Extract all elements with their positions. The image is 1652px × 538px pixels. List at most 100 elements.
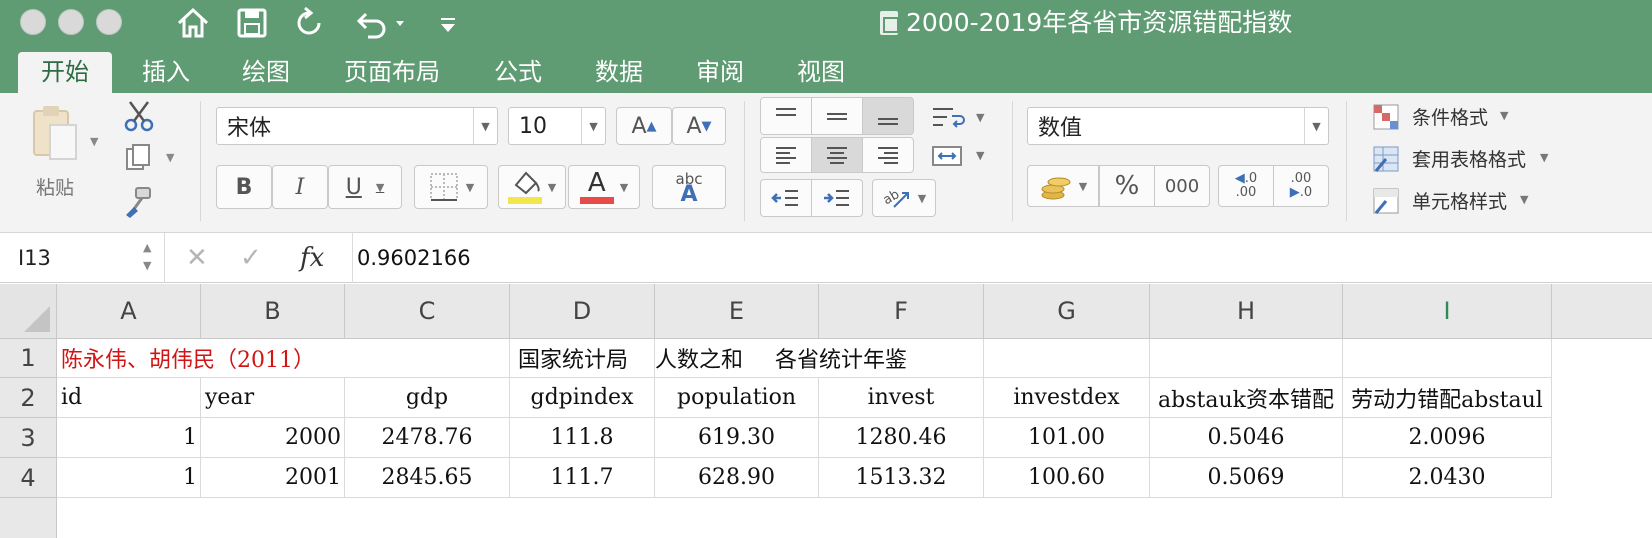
tab-data[interactable]: 数据 <box>583 52 655 93</box>
align-left-button[interactable] <box>760 137 812 173</box>
conditional-formatting-button[interactable]: 条件格式 ▼ <box>1372 101 1652 133</box>
name-box-stepper[interactable]: ▲ ▼ <box>143 239 151 275</box>
cell-i1[interactable] <box>1343 339 1552 378</box>
cell-c3[interactable]: 2478.76 <box>345 418 510 458</box>
align-bottom-button[interactable] <box>862 97 914 135</box>
bold-button[interactable]: B <box>216 165 272 209</box>
home-icon[interactable] <box>175 4 213 42</box>
row-header-4[interactable]: 4 <box>0 458 57 498</box>
borders-button[interactable]: ▼ <box>414 165 488 209</box>
column-header-e[interactable]: E <box>655 284 819 339</box>
cell-a1[interactable]: 陈永伟、胡伟民（2011） <box>57 339 315 378</box>
column-header-g[interactable]: G <box>984 284 1150 339</box>
phonetic-button[interactable]: abc A <box>652 165 726 209</box>
decrease-decimal-button[interactable]: .00 ▶.0 <box>1273 165 1329 207</box>
copy-icon[interactable]: ▼ <box>124 143 180 173</box>
cell-c2[interactable]: gdp <box>345 378 510 418</box>
font-size-select[interactable]: 10 ▼ <box>508 107 606 145</box>
font-color-button[interactable]: A ▼ <box>568 165 640 209</box>
cell-e3[interactable]: 619.30 <box>655 418 819 458</box>
cell-c4[interactable]: 2845.65 <box>345 458 510 498</box>
cell-g1[interactable] <box>984 339 1150 378</box>
text-orientation-button[interactable]: ab ▼ <box>872 179 936 217</box>
row-header-1[interactable]: 1 <box>0 339 57 378</box>
name-box[interactable]: I13 <box>0 233 165 283</box>
tab-home[interactable]: 开始 <box>18 52 112 93</box>
cell-g2[interactable]: investdex <box>984 378 1150 418</box>
save-icon[interactable] <box>235 4 271 42</box>
cell-f1[interactable]: 各省统计年鉴 <box>775 339 984 378</box>
cell-f3[interactable]: 1280.46 <box>819 418 984 458</box>
comma-style-button[interactable]: 000 <box>1154 165 1210 207</box>
font-name-select[interactable]: 宋体 ▼ <box>216 107 498 145</box>
column-header-a[interactable]: A <box>57 284 201 339</box>
formula-input[interactable]: 0.9602166 <box>352 233 471 283</box>
tab-page-layout[interactable]: 页面布局 <box>332 52 452 93</box>
increase-decimal-button[interactable]: ◀.0 .00 <box>1218 165 1274 207</box>
select-all-button[interactable] <box>0 284 57 339</box>
paste-button[interactable]: ▼ 粘贴 <box>22 101 102 209</box>
increase-indent-button[interactable] <box>811 179 863 217</box>
cell-b1[interactable] <box>201 339 345 378</box>
column-header-j[interactable] <box>1552 284 1652 339</box>
cell-i3[interactable]: 2.0096 <box>1343 418 1552 458</box>
format-as-table-button[interactable]: 套用表格格式 ▼ <box>1372 143 1652 175</box>
decrease-font-button[interactable]: A ▼ <box>672 107 726 145</box>
align-right-button[interactable] <box>862 137 914 173</box>
zoom-window-button[interactable] <box>96 9 122 35</box>
cell-b2[interactable]: year <box>201 378 345 418</box>
cell-d2[interactable]: gdpindex <box>510 378 655 418</box>
cell-a4[interactable]: 1 <box>57 458 201 498</box>
percent-style-button[interactable]: % <box>1099 165 1155 207</box>
cell-h1[interactable] <box>1150 339 1343 378</box>
cell-e4[interactable]: 628.90 <box>655 458 819 498</box>
cell-d3[interactable]: 111.8 <box>510 418 655 458</box>
align-center-button[interactable] <box>811 137 863 173</box>
italic-button[interactable]: I <box>272 165 328 209</box>
increase-font-button[interactable]: A ▲ <box>616 107 672 145</box>
undo-icon[interactable] <box>352 4 414 42</box>
redo-icon[interactable] <box>293 4 329 42</box>
cell-d1[interactable]: 国家统计局 <box>510 339 655 378</box>
tab-draw[interactable]: 绘图 <box>230 52 302 93</box>
cancel-formula-icon[interactable]: ✕ <box>186 233 208 283</box>
align-top-button[interactable] <box>760 97 812 135</box>
merge-cells-button[interactable]: ▼ <box>930 143 990 173</box>
cell-i2[interactable]: 劳动力错配abstaul <box>1343 378 1552 418</box>
cell-f4[interactable]: 1513.32 <box>819 458 984 498</box>
column-header-i[interactable]: I <box>1343 284 1552 339</box>
tab-view[interactable]: 视图 <box>785 52 857 93</box>
tab-insert[interactable]: 插入 <box>130 52 202 93</box>
align-middle-button[interactable] <box>811 97 863 135</box>
cell-a2[interactable]: id <box>57 378 201 418</box>
row-header-3[interactable]: 3 <box>0 418 57 458</box>
tab-review[interactable]: 审阅 <box>684 52 756 93</box>
cell-i4[interactable]: 2.0430 <box>1343 458 1552 498</box>
wrap-text-button[interactable]: ▼ <box>930 105 990 135</box>
column-header-h[interactable]: H <box>1150 284 1343 339</box>
format-painter-icon[interactable] <box>122 185 156 219</box>
cell-h3[interactable]: 0.5046 <box>1150 418 1343 458</box>
cell-f2[interactable]: invest <box>819 378 984 418</box>
cell-b3[interactable]: 2000 <box>201 418 345 458</box>
cut-icon[interactable] <box>122 99 156 133</box>
cell-d4[interactable]: 111.7 <box>510 458 655 498</box>
cell-a3[interactable]: 1 <box>57 418 201 458</box>
column-header-d[interactable]: D <box>510 284 655 339</box>
decrease-indent-button[interactable] <box>760 179 812 217</box>
customize-toolbar-icon[interactable] <box>435 4 461 42</box>
tab-formulas[interactable]: 公式 <box>482 52 554 93</box>
close-window-button[interactable] <box>20 9 46 35</box>
column-header-b[interactable]: B <box>201 284 345 339</box>
row-header-5[interactable] <box>0 498 57 538</box>
fill-color-button[interactable]: ▼ <box>498 165 566 209</box>
cell-e2[interactable]: population <box>655 378 819 418</box>
cell-styles-button[interactable]: 单元格样式 ▼ <box>1372 185 1652 217</box>
accounting-format-button[interactable]: ▼ <box>1027 165 1099 207</box>
row-header-2[interactable]: 2 <box>0 378 57 418</box>
cell-h2[interactable]: abstauk资本错配 <box>1150 378 1343 418</box>
cell-g4[interactable]: 100.60 <box>984 458 1150 498</box>
confirm-formula-icon[interactable]: ✓ <box>240 233 262 283</box>
cell-b4[interactable]: 2001 <box>201 458 345 498</box>
cell-h4[interactable]: 0.5069 <box>1150 458 1343 498</box>
